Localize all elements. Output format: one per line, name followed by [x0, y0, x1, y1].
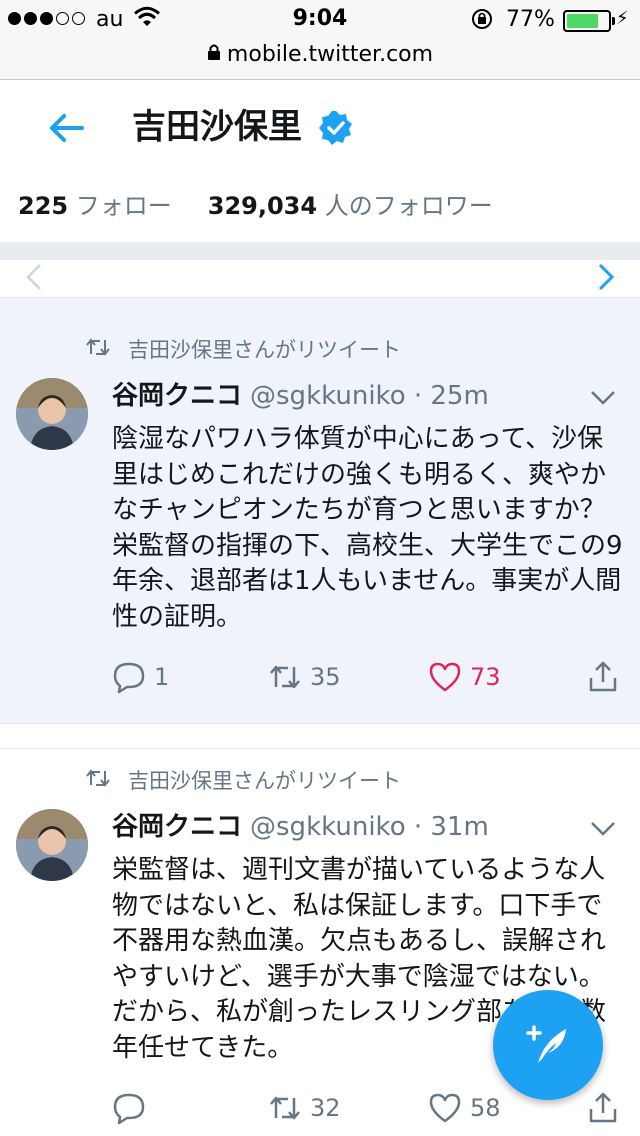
retweet-icon: [270, 1096, 300, 1120]
like-count: 58: [470, 1094, 501, 1122]
chevron-right-icon[interactable]: [596, 262, 616, 300]
following-label: フォロー: [75, 192, 172, 220]
status-bar: au 9:04 77% ⚡: [0, 0, 640, 40]
followers-count: 329,034: [207, 192, 318, 220]
verified-badge-icon: [319, 111, 352, 145]
retweet-small-icon: [86, 337, 110, 362]
charging-bolt-icon: ⚡: [616, 8, 629, 29]
share-button[interactable]: [586, 1091, 628, 1125]
heart-icon: [429, 1093, 461, 1123]
reply-icon: [113, 662, 145, 694]
reply-count: 1: [154, 663, 170, 691]
orientation-lock-icon: [470, 7, 494, 37]
tweet[interactable]: 吉田沙保里さんがリツイート 谷岡クニコ @sgkkuniko · 25m 陰湿なパ…: [0, 298, 640, 724]
retweet-button[interactable]: 32: [268, 1091, 341, 1125]
following-count: 225: [18, 192, 69, 220]
like-count: 73: [470, 663, 501, 691]
share-icon: [589, 661, 617, 692]
back-arrow-icon[interactable]: [46, 102, 86, 160]
reply-button[interactable]: [112, 1091, 154, 1125]
url-bar[interactable]: mobile.twitter.com: [0, 40, 640, 80]
section-divider: [0, 242, 640, 260]
retweet-context-text: 吉田沙保里さんがリツイート: [128, 769, 401, 793]
retweet-count: 35: [310, 663, 341, 691]
heart-icon: [429, 662, 461, 692]
compose-tweet-button[interactable]: [493, 990, 603, 1100]
retweet-icon: [270, 665, 300, 689]
retweet-count: 32: [310, 1094, 341, 1122]
author-name[interactable]: 谷岡クニコ: [112, 381, 242, 411]
url-text: mobile.twitter.com: [226, 42, 434, 67]
compose-feather-icon: [526, 1025, 566, 1063]
share-button[interactable]: [586, 660, 628, 694]
carousel-pager: [0, 260, 640, 298]
tweet-separator: [0, 724, 640, 748]
retweet-context-text: 吉田沙保里さんがリツイート: [128, 338, 401, 362]
retweet-context: 吉田沙保里さんがリツイート: [86, 334, 401, 364]
retweet-button[interactable]: 35: [268, 660, 341, 694]
profile-header: 吉田沙保里: [0, 80, 640, 176]
followers-label: 人のフォロワー: [324, 192, 493, 220]
battery-icon: [563, 10, 615, 32]
retweet-context: 吉田沙保里さんがリツイート: [86, 765, 401, 795]
secure-lock-icon: [207, 43, 221, 65]
like-button[interactable]: 73: [428, 660, 501, 694]
author-handle-time: @sgkkuniko · 25m: [250, 381, 489, 411]
avatar[interactable]: [16, 378, 88, 450]
reply-icon: [113, 1093, 145, 1125]
avatar[interactable]: [16, 809, 88, 881]
followers-link[interactable]: 329,034 人のフォロワー: [208, 192, 493, 220]
battery-percentage: 77%: [506, 7, 555, 32]
tweet-actions: 1 35 73: [112, 660, 624, 700]
author-handle-time: @sgkkuniko · 31m: [250, 812, 489, 842]
share-icon: [589, 1092, 617, 1123]
following-link[interactable]: 225 フォロー: [18, 192, 172, 220]
tweet-header: 谷岡クニコ @sgkkuniko · 31m: [112, 809, 489, 845]
profile-name: 吉田沙保里: [132, 107, 302, 147]
tweet-text: 陰湿なパワハラ体質が中心にあって、沙保里はじめこれだけの強くも明るく、爽やかなチ…: [112, 424, 623, 632]
tweet-header: 谷岡クニコ @sgkkuniko · 25m: [112, 378, 489, 414]
retweet-small-icon: [86, 768, 110, 793]
author-name[interactable]: 谷岡クニコ: [112, 812, 242, 842]
chevron-down-icon[interactable]: [588, 382, 618, 412]
reply-button[interactable]: 1: [112, 660, 169, 694]
chevron-down-icon[interactable]: [588, 813, 618, 843]
chevron-left-icon[interactable]: [24, 262, 44, 300]
like-button[interactable]: 58: [428, 1091, 501, 1125]
follow-stats: 225 フォロー 329,034 人のフォロワー: [0, 176, 640, 242]
